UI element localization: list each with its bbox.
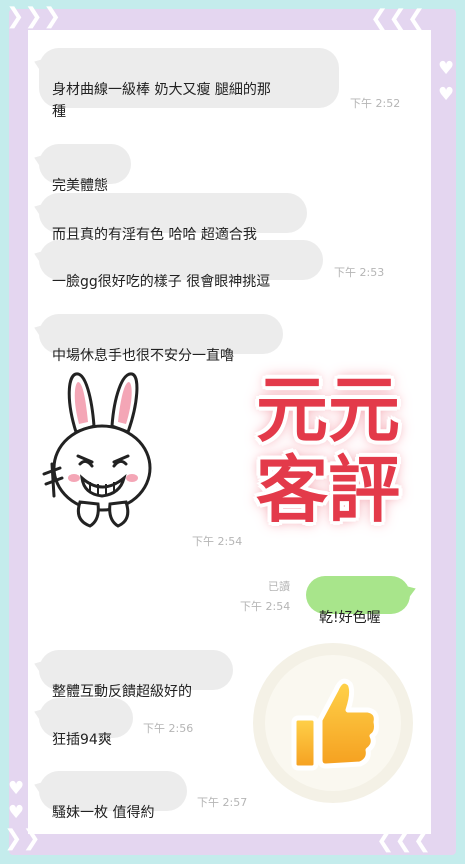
message-text: 一臉gg很好吃的樣子 很會眼神挑逗	[52, 274, 271, 290]
message-bubble[interactable]: 一臉gg很好吃的樣子 很會眼神挑逗	[39, 240, 323, 290]
heart-decoration-icon: ♥	[8, 778, 25, 799]
message-time: 下午 2:52	[350, 97, 401, 110]
yuanyuan-review-stamp: 元元 客評	[252, 368, 412, 538]
arrow-decoration-icon: ❯❯❯	[6, 4, 62, 29]
arrow-decoration-icon: ❮❮❮	[370, 6, 426, 31]
stamp-line-1: 元元	[256, 367, 401, 452]
message-text: 乾!好色喔	[319, 610, 381, 626]
message-time: 下午 2:54	[240, 600, 291, 613]
message-text: 騷妹一枚 值得約	[52, 805, 155, 821]
message-time: 下午 2:54	[192, 535, 243, 548]
message-bubble[interactable]: 騷妹一枚 值得約	[39, 771, 187, 821]
heart-decoration-icon: ♥	[438, 84, 455, 105]
message-time: 下午 2:57	[197, 796, 248, 809]
message-bubble[interactable]: 狂插94爽	[39, 698, 133, 748]
message-bubble[interactable]: 完美體態	[39, 144, 131, 194]
message-text: 中場休息手也很不安分一直嚕	[52, 348, 234, 364]
heart-decoration-icon: ♥	[8, 802, 25, 823]
message-text: 狂插94爽	[52, 732, 112, 748]
message-bubble[interactable]: 而且真的有淫有色 哈哈 超適合我	[39, 193, 307, 243]
rabbit-sticker-icon[interactable]	[40, 370, 170, 540]
message-text: 完美體態	[52, 178, 108, 194]
outgoing-message-bubble[interactable]: 乾!好色喔	[306, 576, 410, 626]
message-time: 下午 2:53	[334, 266, 385, 279]
message-bubble[interactable]: 整體互動反饋超級好的	[39, 650, 233, 700]
thumbs-up-icon[interactable]	[250, 640, 416, 806]
message-bubble[interactable]: 中場休息手也很不安分一直嚕	[39, 314, 283, 364]
heart-decoration-icon: ♥	[438, 58, 455, 79]
message-bubble[interactable]: 身材曲線一級棒 奶大又瘦 腿細的那 種	[39, 48, 339, 120]
message-time: 下午 2:56	[143, 722, 194, 735]
stamp-line-2: 客評	[256, 447, 401, 532]
read-receipt: 已讀	[268, 580, 290, 593]
